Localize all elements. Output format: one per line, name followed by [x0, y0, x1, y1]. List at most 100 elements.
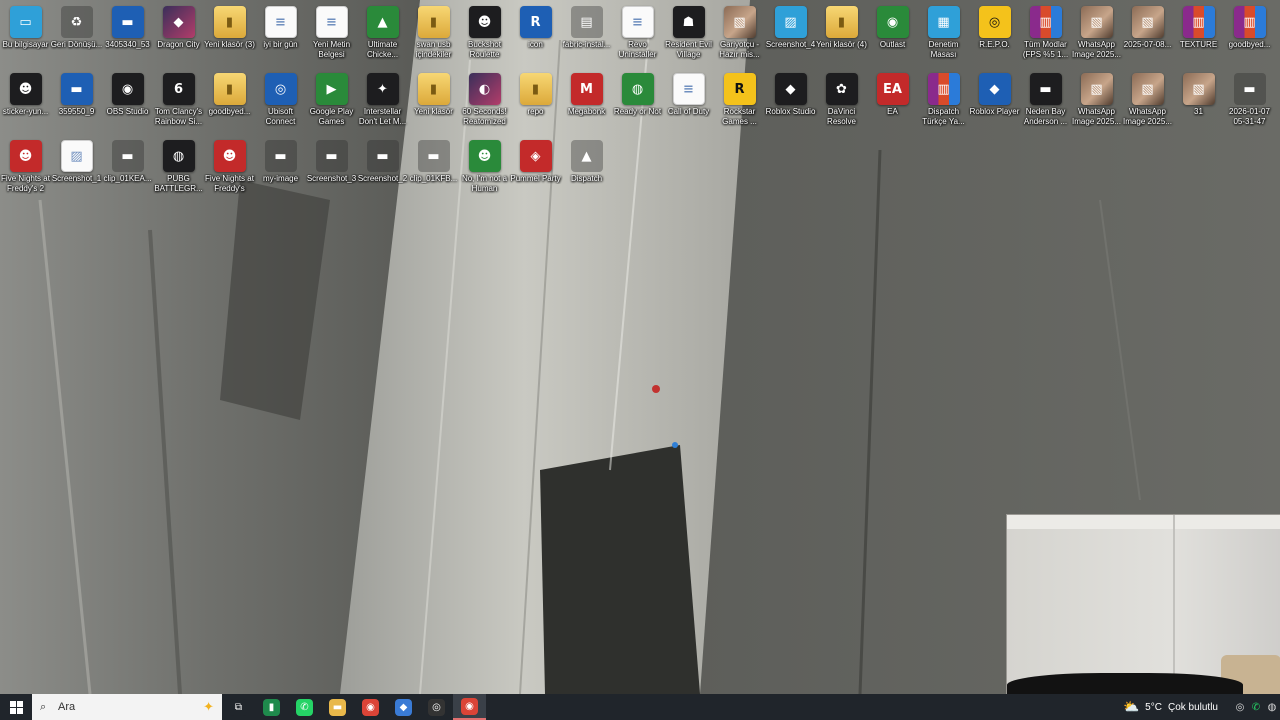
desktop-icon[interactable]: ▮ Yeni klasör (4) — [816, 2, 867, 68]
obs-studio-icon: ◉ — [111, 73, 144, 105]
desktop-icon[interactable]: ☻ Five Nights at Freddy's — [204, 136, 255, 202]
desktop-icon[interactable]: ▤ fabric-instal... — [561, 2, 612, 68]
desktop-icon[interactable]: ▮ goodbyed... — [204, 69, 255, 135]
system-tray: ⛅ 5°C Çok bulutlu ◎ ✆ ◍ — [1123, 694, 1280, 720]
megabonk-icon: M — [570, 73, 603, 105]
file-explorer-icon: ▬ — [329, 698, 346, 716]
desktop-icon[interactable]: ♻ Geri Dönüşü... — [51, 2, 102, 68]
desktop-icon-label: Pummel Party — [510, 174, 561, 183]
chrome-button[interactable]: ◉ — [354, 694, 387, 720]
ready-or-not-icon: ◍ — [621, 73, 654, 105]
desktop-icon[interactable]: ▬ Screenshot_2 — [357, 136, 408, 202]
desktop-icon[interactable]: ▮ Yeni klasör (3) — [204, 2, 255, 68]
desktop-icon[interactable]: ◆ Dragon City — [153, 2, 204, 68]
desktop-icon[interactable]: ▬ 359550_9 — [51, 69, 102, 135]
desktop-icon[interactable]: ≡ Revo Uninstaller — [612, 2, 663, 68]
desktop-icon[interactable]: ▧ WhatsApp Image 2025... — [1071, 2, 1122, 68]
start-button[interactable] — [0, 694, 32, 720]
desktop-icon[interactable]: ◉ Outlast — [867, 2, 918, 68]
whatsapp-tray-icon[interactable]: ✆ — [1248, 702, 1264, 713]
rainbow-six-icon: 6 — [162, 73, 195, 105]
folder-icon: ▮ — [519, 73, 552, 105]
obs-button[interactable]: ◎ — [420, 694, 453, 720]
desktop-icon-label: Dispatch — [570, 174, 603, 183]
desktop-icon[interactable]: ▬ 2026-01-07 05-31-47 — [1224, 69, 1275, 135]
desktop-icon[interactable]: ◍ Ready or Not — [612, 69, 663, 135]
vpn-app-button[interactable]: ◆ — [387, 694, 420, 720]
desktop-icon[interactable]: ▮ repo — [510, 69, 561, 135]
desktop-icon[interactable]: ▮ Yeni klasör — [408, 69, 459, 135]
desktop-icon[interactable]: ▧ Gariyotçu - Hazır mis... — [714, 2, 765, 68]
discord-tray-icon[interactable]: ◍ — [1264, 702, 1280, 713]
obs-icon: ◎ — [428, 698, 445, 716]
desktop-icon[interactable]: ◎ R.E.P.O. — [969, 2, 1020, 68]
task-view-button[interactable]: ⧉ — [222, 694, 255, 720]
desktop-icon[interactable]: ▮ swan usb içindekiler — [408, 2, 459, 68]
desktop-icon[interactable]: ▥ TEXTURE — [1173, 2, 1224, 68]
desktop-icon[interactable]: ▧ 31 — [1173, 69, 1224, 135]
desktop-icon[interactable]: ▧ 2025-07-08... — [1122, 2, 1173, 68]
desktop-icon[interactable]: ▭ Bu bilgisayar — [0, 2, 51, 68]
whatsapp-button[interactable]: ✆ — [288, 694, 321, 720]
desktop-icon[interactable]: ▨ Screenshot_1 — [51, 136, 102, 202]
file-app-button[interactable]: ▮ — [255, 694, 288, 720]
desktop-icon[interactable]: ☻ No, I'm not a Human — [459, 136, 510, 202]
desktop-icon[interactable]: ≡ Yeni Metin Belgesi — [306, 2, 357, 68]
desktop-icon[interactable]: ▥ Dispatch Türkçe Ya... — [918, 69, 969, 135]
vpn-app-icon: ◆ — [395, 698, 412, 716]
desktop-icon[interactable]: ▦ Denetim Masası — [918, 2, 969, 68]
search-placeholder: Ara — [58, 701, 76, 713]
desktop-icon[interactable]: ✿ DaVinci Resolve — [816, 69, 867, 135]
desktop-icon[interactable]: ▬ Screenshot_3 — [306, 136, 357, 202]
desktop-icon[interactable]: ▧ WhatsApp Image 2025... — [1071, 69, 1122, 135]
desktop-icon[interactable]: ☻ Buckshot Roulette — [459, 2, 510, 68]
desktop-icon-label: Ready or Not — [613, 107, 662, 116]
desktop-icon[interactable]: ◐ 60 Seconds! Reatomized — [459, 69, 510, 135]
taskbar-search-box[interactable]: ⌕ Ara ✦ — [32, 694, 222, 720]
desktop-icon[interactable]: ▬ clip_01KEA... — [102, 136, 153, 202]
image-file-icon: ▧ — [1080, 73, 1113, 105]
roblox-studio-icon: ◆ — [774, 73, 807, 105]
desktop-icon[interactable]: ▥ Tüm Modlar (FPS %5 1... — [1020, 2, 1071, 68]
winrar-archive-icon: ▥ — [1182, 6, 1215, 38]
desktop-icon[interactable]: ▬ clip_01KFB... — [408, 136, 459, 202]
desktop-icon[interactable]: ≡ Call of Duty — [663, 69, 714, 135]
outlast-icon: ◉ — [876, 6, 909, 38]
desktop-icon[interactable]: R Rockstar Games ... — [714, 69, 765, 135]
desktop-icon-label: Roblox Player — [969, 107, 1020, 116]
desktop-icon[interactable]: ◎ Ubisoft Connect — [255, 69, 306, 135]
desktop-icon[interactable]: ✦ Interstellar Don't Let M... — [357, 69, 408, 135]
desktop-icon[interactable]: ▧ WhatsApp Image 2025... — [1122, 69, 1173, 135]
desktop-icon[interactable]: ☻ sticker-yun... — [0, 69, 51, 135]
screenshot-icon: ▬ — [366, 140, 399, 172]
desktop-icon[interactable]: ▥ goodbyed... — [1224, 2, 1275, 68]
desktop-icon[interactable]: EA EA — [867, 69, 918, 135]
desktop-icon-label: Screenshot_3 — [306, 174, 357, 183]
desktop-icon[interactable]: ▲ Ultimate Chicke... — [357, 2, 408, 68]
desktop-icon[interactable]: ▶ Google Play Games — [306, 69, 357, 135]
desktop-icon[interactable]: ☗ Resident Evil Village — [663, 2, 714, 68]
tray-app-icon[interactable]: ◎ — [1232, 702, 1248, 713]
desktop-icon[interactable]: ▨ Screenshot_4 — [765, 2, 816, 68]
desktop-icon[interactable]: M Megabonk — [561, 69, 612, 135]
desktop-icon[interactable]: ◆ Roblox Studio — [765, 69, 816, 135]
desktop-icon[interactable]: ◆ Roblox Player — [969, 69, 1020, 135]
desktop-icon[interactable]: ≡ iyi bir gün — [255, 2, 306, 68]
desktop-icon[interactable]: ☻ Five Nights at Freddy's 2 — [0, 136, 51, 202]
control-panel-icon: ▦ — [927, 6, 960, 38]
desktop-icon-label: Yeni klasör — [414, 107, 453, 116]
file-explorer-button[interactable]: ▬ — [321, 694, 354, 720]
chrome-active-button[interactable]: ◉ — [453, 694, 486, 720]
weather-widget[interactable]: ⛅ 5°C Çok bulutlu — [1123, 699, 1218, 715]
desktop-icon[interactable]: Ricon — [510, 2, 561, 68]
desktop-icon[interactable]: ◍ PUBG BATTLEGR... — [153, 136, 204, 202]
desktop-icon[interactable]: ◈ Pummel Party — [510, 136, 561, 202]
desktop-icon[interactable]: ▬ 3405340_53 — [102, 2, 153, 68]
desktop-icon[interactable]: 6 Tom Clancy's Rainbow Si... — [153, 69, 204, 135]
desktop-icon[interactable]: ▬ my-image — [255, 136, 306, 202]
desktop-icon-label: TEXTURE — [1179, 40, 1218, 49]
desktop-icon[interactable]: ◉ OBS Studio — [102, 69, 153, 135]
desktop-icon[interactable]: ▲ Dispatch — [561, 136, 612, 202]
this-pc-icon: ▭ — [9, 6, 42, 38]
desktop-icon[interactable]: ▬ Neden Bay Anderson ... — [1020, 69, 1071, 135]
